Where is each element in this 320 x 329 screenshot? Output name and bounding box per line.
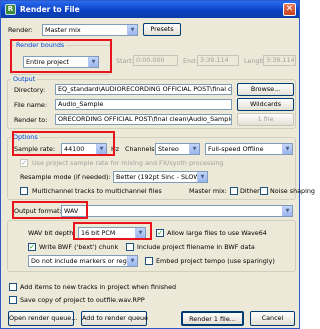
noise-shaping-label: Noise shaping: [270, 187, 315, 195]
allow-wave64-checkbox[interactable]: ✓: [156, 229, 164, 237]
chevron-down-icon: ▼: [127, 25, 137, 35]
reaper-icon: R: [5, 4, 16, 15]
title-bar[interactable]: R Render to File ✕: [1, 1, 299, 18]
noise-shaping-checkbox[interactable]: [260, 187, 268, 195]
master-mix-label: Master mix:: [189, 187, 227, 195]
highlight-output-format: [12, 201, 88, 219]
start-label: Start:: [116, 57, 134, 65]
render-files-button[interactable]: Render 1 file...: [181, 311, 244, 326]
add-items-checkbox[interactable]: [9, 283, 17, 291]
multichannel-label: Multichannel tracks to multichannel file…: [32, 187, 162, 195]
wav-bit-depth-label: WAV bit depth:: [28, 229, 76, 237]
render-dialog: R Render to File ✕ Render: Master mix ▼ …: [0, 0, 315, 329]
resample-mode-value: Better (192pt Sinc - SLOW): [116, 173, 203, 181]
markers-value: Do not include markers or regions: [31, 257, 138, 265]
channels-value: Stereo: [158, 145, 179, 153]
render-speed-select[interactable]: Full-speed Offline ▼: [205, 143, 293, 155]
directory-field[interactable]: EQ_standard\AUDIORECORDING OFFICIAL POST…: [55, 84, 232, 95]
markers-select[interactable]: Do not include markers or regions ▼: [28, 255, 138, 267]
files-count-button[interactable]: 1 file: [237, 113, 294, 126]
output-group-label: Output: [11, 75, 38, 84]
dither-checkbox[interactable]: [230, 187, 238, 195]
highlight-render-bounds: [10, 39, 112, 73]
highlight-sample-rate: [12, 131, 115, 156]
write-bwf-checkbox[interactable]: ✓: [28, 243, 36, 251]
chevron-down-icon: ▼: [282, 144, 292, 154]
allow-wave64-label: Allow large files to use Wave64: [167, 229, 267, 237]
file-name-label: File name:: [14, 101, 48, 109]
render-source-select[interactable]: Master mix ▼: [42, 24, 138, 36]
resample-mode-label: Resample mode (if needed):: [20, 173, 111, 181]
presets-button[interactable]: Presets: [143, 23, 181, 36]
resample-mode-select[interactable]: Better (192pt Sinc - SLOW) ▼: [113, 171, 208, 183]
end-field[interactable]: 3:39.114: [197, 55, 239, 66]
length-field[interactable]: 3:39.114: [263, 55, 296, 66]
cancel-button[interactable]: Cancel: [250, 311, 295, 326]
browse-button[interactable]: Browse...: [237, 83, 294, 96]
chevron-down-icon: ▼: [282, 206, 292, 216]
open-render-queue-button[interactable]: Open render queue...: [8, 311, 77, 326]
render-to-label: Render to:: [14, 116, 48, 124]
chevron-down-icon: ▼: [127, 256, 137, 266]
file-name-field[interactable]: Audio_Sample: [55, 99, 232, 110]
directory-label: Directory:: [14, 86, 46, 94]
embed-tempo-label: Embed project tempo (use sparingly): [156, 257, 275, 265]
render-source-value: Master mix: [45, 26, 81, 34]
channels-select[interactable]: Stereo ▼: [155, 143, 200, 155]
render-label: Render:: [8, 26, 33, 34]
close-button[interactable]: ✕: [283, 3, 296, 16]
dither-label: Dither: [240, 187, 260, 195]
write-bwf-label: Write BWF ('bext') chunk: [39, 243, 119, 251]
render-speed-value: Full-speed Offline: [208, 145, 264, 153]
highlight-bit-depth: [73, 222, 152, 240]
channels-label: Channels:: [125, 145, 157, 153]
add-items-label: Add items to new tracks in project when …: [20, 283, 177, 291]
multichannel-checkbox[interactable]: [20, 187, 28, 195]
save-copy-checkbox[interactable]: [9, 296, 17, 304]
include-filename-label: Include project filename in BWF data: [137, 243, 255, 251]
use-project-rate-checkbox[interactable]: ✓: [20, 159, 28, 167]
save-copy-label: Save copy of project to outfile.wav.RPP: [20, 296, 145, 304]
chevron-down-icon: ▼: [189, 144, 199, 154]
chevron-down-icon: ▼: [197, 172, 207, 182]
start-field[interactable]: 0:00.000: [133, 55, 178, 66]
output-format-select[interactable]: WAV ▼: [61, 205, 293, 217]
wildcards-button[interactable]: Wildcards: [237, 98, 294, 111]
add-to-render-queue-button[interactable]: Add to render queue: [81, 311, 148, 326]
use-project-rate-label: Use project sample rate for mixing and F…: [32, 159, 224, 167]
end-label: End:: [183, 57, 198, 65]
window-title: Render to File: [20, 5, 80, 14]
render-to-field[interactable]: ORECORDING OFFICIAL POST\final clean\Aud…: [55, 114, 232, 125]
embed-tempo-checkbox[interactable]: [145, 257, 153, 265]
include-filename-checkbox[interactable]: [126, 243, 134, 251]
